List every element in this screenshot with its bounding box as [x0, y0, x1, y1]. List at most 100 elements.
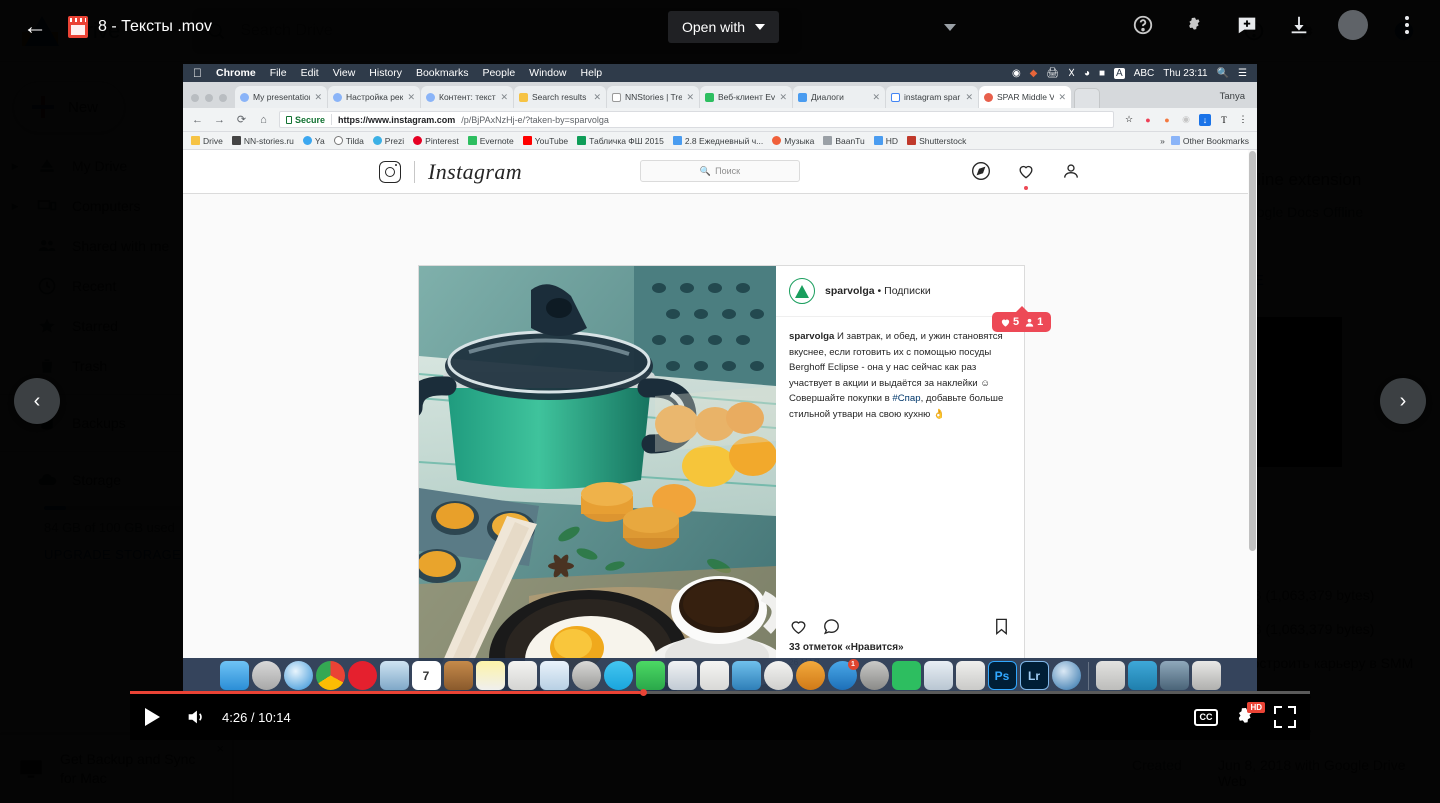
chrome-profile-name[interactable]: Tanya — [1220, 91, 1257, 108]
home-icon[interactable]: ⌂ — [257, 114, 270, 126]
browser-tab[interactable]: instagram spar✕ — [886, 86, 978, 108]
documents-folder-icon[interactable] — [1128, 661, 1157, 690]
bookmark-item[interactable]: HD — [874, 136, 898, 146]
video-content-frame[interactable]:  Chrome File Edit View History Bookmark… — [183, 64, 1257, 692]
menu-item-history[interactable]: History — [369, 67, 402, 79]
bookmark-item[interactable]: Музыка — [772, 136, 814, 146]
safari-icon[interactable] — [284, 661, 313, 690]
other-bookmarks-folder[interactable]: Other Bookmarks — [1171, 136, 1249, 146]
progress-knob[interactable] — [640, 689, 647, 696]
bookmark-item[interactable]: Ya — [303, 136, 325, 146]
caption-hashtag[interactable]: #Спар — [892, 393, 920, 404]
notes-icon[interactable] — [476, 661, 505, 690]
post-photo[interactable] — [419, 266, 776, 692]
appstore-icon[interactable]: 1 — [828, 661, 857, 690]
caption-author[interactable]: sparvolga — [789, 331, 834, 342]
help-icon[interactable] — [1130, 12, 1156, 38]
bookmarks-overflow-icon[interactable]: » — [1160, 136, 1165, 146]
pictures-folder-icon[interactable] — [1160, 661, 1189, 690]
bookmark-item[interactable]: Prezi — [373, 136, 404, 146]
instagram-search-box[interactable]: 🔍 Поиск — [640, 160, 800, 182]
avatar[interactable] — [1338, 10, 1368, 40]
tab-close-icon[interactable]: ✕ — [1058, 92, 1066, 103]
spotlight-search-icon[interactable]: 🔍 — [1217, 68, 1229, 79]
evernote-icon[interactable] — [892, 661, 921, 690]
browser-tab[interactable]: Диалоги✕ — [793, 86, 885, 108]
tab-close-icon[interactable]: ✕ — [779, 92, 787, 103]
menu-item-edit[interactable]: Edit — [301, 67, 319, 79]
bookmark-item[interactable]: NN-stories.ru — [232, 136, 294, 146]
page-scrollbar[interactable] — [1248, 150, 1257, 692]
browser-tab[interactable]: Контент: текст✕ — [421, 86, 513, 108]
menu-item-window[interactable]: Window — [529, 67, 566, 79]
bookmark-item[interactable]: YouTube — [523, 136, 568, 146]
menu-item-view[interactable]: View — [333, 67, 356, 79]
chrome-icon[interactable] — [316, 661, 345, 690]
forward-icon[interactable]: → — [213, 114, 226, 126]
carousel-next-button[interactable]: › — [1380, 378, 1426, 424]
keynote-icon[interactable] — [732, 661, 761, 690]
launchpad-icon[interactable] — [252, 661, 281, 690]
heart-outline-icon[interactable] — [789, 617, 808, 636]
comment-bubble-icon[interactable] — [822, 617, 841, 636]
volume-icon[interactable] — [174, 694, 218, 740]
bookmark-item[interactable]: Shutterstock — [907, 136, 966, 146]
browser-tab[interactable]: Настройка рекл✕ — [328, 86, 420, 108]
bookmark-item[interactable]: 2.8 Ежедневный ч... — [673, 136, 763, 146]
bookmark-item[interactable]: Табличка ФШ 2015 — [577, 136, 664, 146]
star-icon[interactable]: ☆ — [1123, 114, 1135, 126]
preview-icon[interactable] — [540, 661, 569, 690]
system-prefs-icon[interactable] — [572, 661, 601, 690]
follow-status[interactable]: Подписки — [884, 285, 931, 297]
notification-center-icon[interactable]: ☰ — [1238, 68, 1247, 79]
tab-close-icon[interactable]: ✕ — [314, 92, 322, 103]
grammarly-icon[interactable]: T — [1218, 114, 1230, 126]
photos-icon[interactable] — [380, 661, 409, 690]
instagram-logo[interactable]: Instagram — [379, 159, 522, 185]
post-likes-count[interactable]: 33 отметок «Нравится» — [776, 642, 1024, 653]
dropdown-caret-icon[interactable] — [944, 24, 956, 31]
bookmark-item[interactable]: Tilda — [334, 136, 364, 146]
new-tab-button[interactable] — [1074, 88, 1100, 108]
browser-tab[interactable]: Search results✕ — [514, 86, 606, 108]
keyboard-layout-label[interactable]: ABC — [1134, 68, 1155, 79]
tab-close-icon[interactable]: ✕ — [407, 92, 415, 103]
profile-icon[interactable] — [1061, 161, 1081, 181]
orange-ext-icon[interactable]: ● — [1161, 114, 1173, 126]
battery-icon[interactable]: ■ — [1099, 68, 1105, 79]
ibooks-icon[interactable] — [796, 661, 825, 690]
back-arrow-icon[interactable]: ← — [22, 14, 48, 40]
menu-bar-clock[interactable]: Thu 23:11 — [1163, 68, 1207, 79]
fullscreen-icon[interactable] — [1274, 706, 1296, 728]
lightroom-icon[interactable]: Lr — [1020, 661, 1049, 690]
menu-item-chrome[interactable]: Chrome — [216, 67, 256, 79]
play-button[interactable] — [130, 694, 174, 740]
window-traffic-lights[interactable] — [189, 94, 235, 108]
quicktime-icon[interactable] — [1052, 661, 1081, 690]
add-comment-icon[interactable] — [1234, 12, 1260, 38]
open-with-button[interactable]: Open with — [668, 11, 779, 43]
dropbox-icon[interactable]: ◆ — [1030, 68, 1038, 79]
back-icon[interactable]: ← — [191, 114, 204, 126]
activity-notification-bubble[interactable]: 5 1 — [992, 312, 1051, 332]
bluetooth-icon[interactable]: 𐌗 — [1068, 68, 1075, 79]
photoshop-icon[interactable]: Ps — [988, 661, 1017, 690]
tab-close-icon[interactable]: ✕ — [965, 92, 973, 103]
messages-icon[interactable] — [604, 661, 633, 690]
closed-captions-button[interactable]: CC — [1194, 709, 1218, 726]
browser-tab[interactable]: NNStories | Tre✕ — [607, 86, 699, 108]
download-icon[interactable] — [1286, 12, 1312, 38]
skitch-icon[interactable] — [924, 661, 953, 690]
browser-tab-active[interactable]: SPAR Middle Vo✕ — [979, 86, 1071, 108]
bookmark-item[interactable]: Evernote — [468, 136, 514, 146]
downloader-ext-icon[interactable]: ↓ — [1199, 114, 1211, 126]
carousel-prev-button[interactable]: ‹ — [14, 378, 60, 424]
opera-icon[interactable] — [348, 661, 377, 690]
calendar-icon[interactable]: 7 — [412, 661, 441, 690]
mail-icon[interactable] — [668, 661, 697, 690]
reminders-icon[interactable] — [508, 661, 537, 690]
menu-item-people[interactable]: People — [482, 67, 515, 79]
fontbook-icon[interactable] — [956, 661, 985, 690]
ghostery-icon[interactable]: ◉ — [1180, 114, 1192, 126]
browser-tab[interactable]: My presentation✕ — [235, 86, 327, 108]
